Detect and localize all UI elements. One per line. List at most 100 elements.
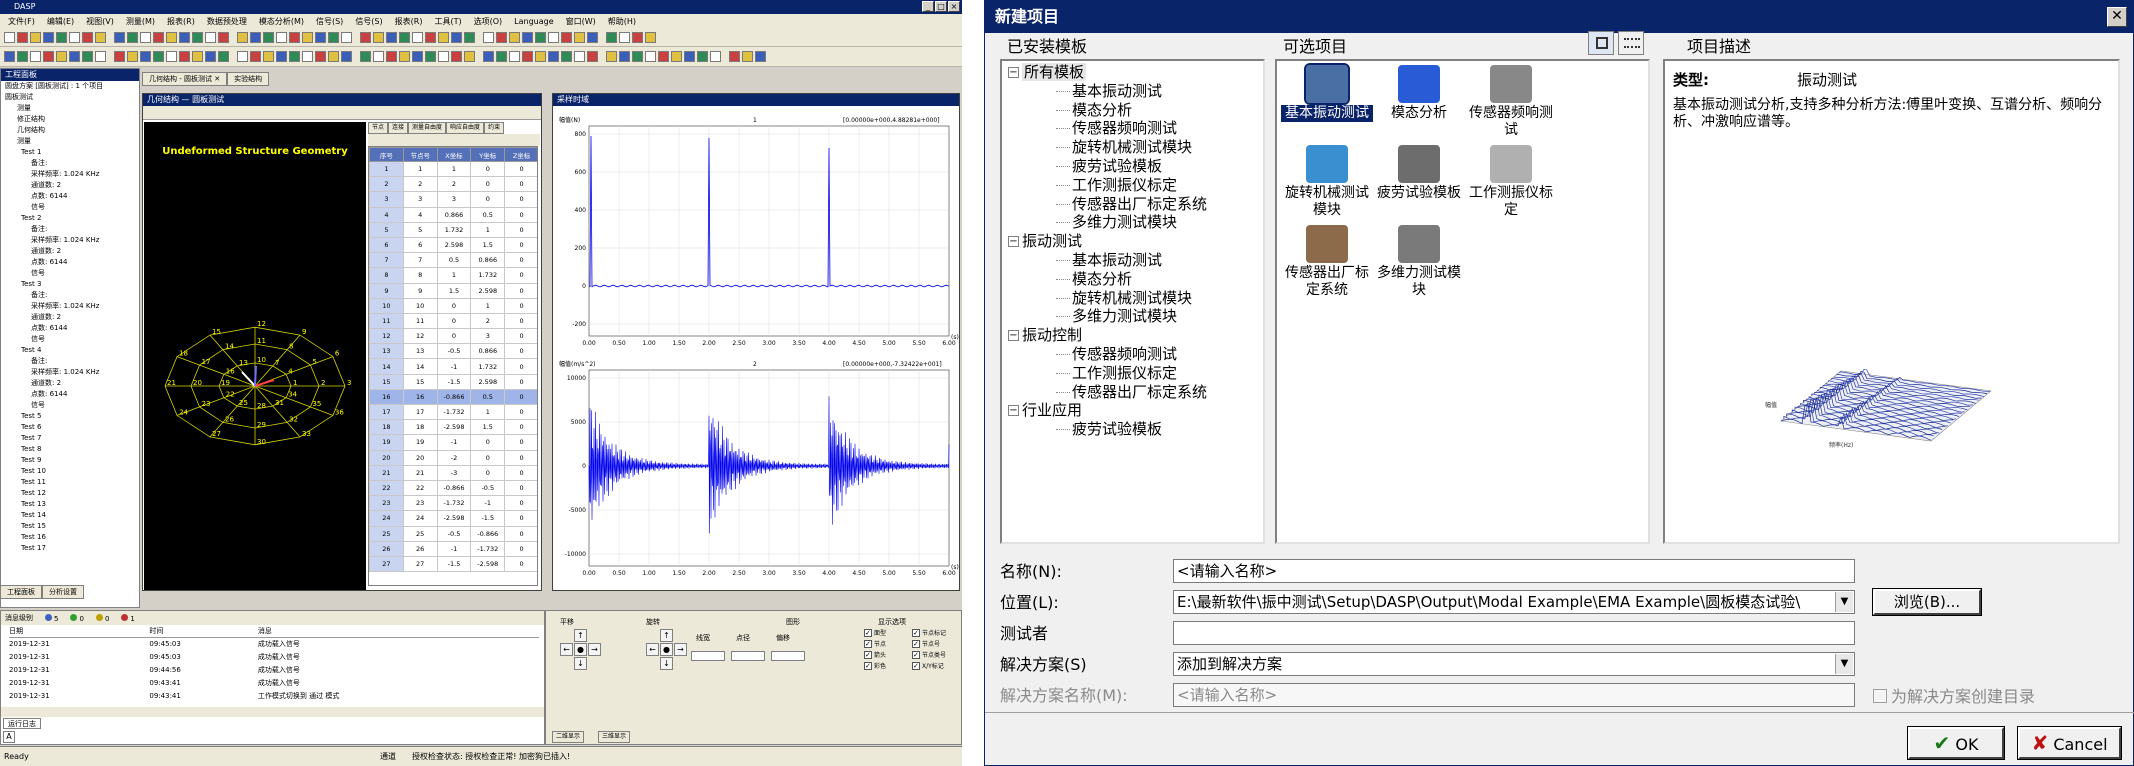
grid-cell[interactable]: 7: [402, 252, 438, 269]
toolbar-button-icon[interactable]: [399, 51, 410, 62]
grid-cell[interactable]: 0: [504, 267, 537, 284]
grid-tab[interactable]: 连接: [388, 122, 409, 134]
menu-item[interactable]: 帮助(H): [608, 14, 636, 29]
toolbar-button-icon[interactable]: [535, 32, 546, 43]
toolbar-button-icon[interactable]: [43, 51, 54, 62]
font-icon[interactable]: A: [3, 731, 15, 743]
solution-name-input[interactable]: <请输入名称>: [1173, 683, 1855, 707]
grid-cell[interactable]: 18: [402, 419, 438, 436]
toolbar-button-icon[interactable]: [30, 51, 41, 62]
grid-cell[interactable]: 13: [369, 343, 404, 360]
toolbar-button-icon[interactable]: [192, 51, 203, 62]
grid-cell[interactable]: 4: [369, 206, 404, 223]
template-tree-item[interactable]: 旋转机械测试模块: [1008, 289, 1263, 308]
grid-cell[interactable]: 0.5: [470, 206, 506, 223]
grid-cell[interactable]: 0: [504, 403, 537, 421]
grid-cell[interactable]: -0.866: [436, 388, 472, 406]
grid-cell[interactable]: 1: [470, 221, 506, 238]
toolbar-button-icon[interactable]: [153, 51, 164, 62]
rotate-arrow-icon[interactable]: ↑: [660, 629, 673, 642]
menu-item[interactable]: 工具(T): [434, 14, 461, 29]
grid-cell[interactable]: 5: [369, 221, 404, 238]
toolbar-button-icon[interactable]: [451, 32, 462, 43]
menu-item[interactable]: 数据预处理: [207, 14, 247, 29]
grid-cell[interactable]: 1: [470, 297, 506, 314]
grid-row[interactable]: 12 12 0 3 0: [369, 328, 537, 345]
list-view-button[interactable]: [1618, 31, 1644, 55]
project-tree-item[interactable]: Test 13: [1, 499, 139, 510]
toolbar-button-icon[interactable]: [548, 51, 559, 62]
grid-row[interactable]: 24 24 -2.598 -1.5 0: [369, 510, 537, 527]
grid-cell[interactable]: 9: [369, 282, 404, 299]
control-tab[interactable]: 三维显示: [598, 731, 631, 743]
toolbar-button-icon[interactable]: [645, 51, 656, 62]
log-tab[interactable]: 运行日志: [3, 718, 41, 729]
pan-arrow-icon[interactable]: ↑: [574, 629, 587, 642]
toolbar-button-icon[interactable]: [509, 51, 520, 62]
grid-cell[interactable]: 0: [504, 434, 537, 451]
solution-dropdown-arrow-icon[interactable]: ▼: [1835, 654, 1853, 674]
toolbar-button-icon[interactable]: [522, 51, 533, 62]
toolbar-button-icon[interactable]: [341, 32, 352, 43]
display-option-checkbox[interactable]: ✓: [912, 651, 920, 659]
log-count-badge[interactable]: 0: [70, 613, 84, 623]
project-item[interactable]: 疲劳试验模板: [1373, 145, 1465, 219]
grid-cell[interactable]: 17: [369, 403, 404, 421]
grid-row[interactable]: 13 13 -0.5 0.866 0: [369, 343, 537, 360]
grid-row[interactable]: 10 10 0 1 0: [369, 297, 537, 314]
grid-cell[interactable]: 0: [504, 282, 537, 299]
project-tree-item[interactable]: 备注:: [1, 224, 139, 235]
toolbar-button-icon[interactable]: [606, 51, 617, 62]
grid-cell[interactable]: 26: [369, 540, 404, 557]
grid-row[interactable]: 25 25 -0.5 -0.866 0: [369, 525, 537, 542]
grid-cell[interactable]: 0: [504, 252, 537, 269]
toolbar-button-icon[interactable]: [315, 32, 326, 43]
log-count-badge[interactable]: 1: [121, 613, 135, 623]
grid-cell[interactable]: 0.866: [470, 343, 506, 360]
grid-cell[interactable]: 0: [470, 176, 506, 193]
grid-cell[interactable]: 0: [470, 449, 506, 466]
minimize-button[interactable]: _: [922, 1, 934, 12]
toolbar-button-icon[interactable]: [315, 51, 326, 62]
toolbar-button-icon[interactable]: [496, 51, 507, 62]
grid-cell[interactable]: 23: [369, 495, 404, 512]
ok-button[interactable]: ✔ OK: [1907, 726, 2005, 760]
grid-row[interactable]: 20 20 -2 0 0: [369, 449, 537, 466]
toolbar-button-icon[interactable]: [425, 51, 436, 62]
toolbar-button-icon[interactable]: [276, 32, 287, 43]
toolbar-button-icon[interactable]: [237, 32, 248, 43]
toolbar-button-icon[interactable]: [710, 51, 721, 62]
slider[interactable]: [771, 651, 805, 661]
project-tree-item[interactable]: 信号: [1, 202, 139, 213]
toolbar-button-icon[interactable]: [17, 32, 28, 43]
toolbar-button-icon[interactable]: [684, 51, 695, 62]
grid-header[interactable]: X坐标: [436, 147, 472, 162]
cancel-button[interactable]: ✘ Cancel: [2017, 726, 2122, 760]
toolbar-button-icon[interactable]: [95, 51, 106, 62]
project-tree-item[interactable]: 修正结构: [1, 114, 139, 125]
template-tree-item[interactable]: 疲劳试验模板: [1008, 157, 1263, 176]
project-tree-item[interactable]: 点数: 6144: [1, 323, 139, 334]
project-tree-item[interactable]: 测量: [1, 103, 139, 114]
menu-item[interactable]: 视图(V): [86, 14, 114, 29]
toolbar-button-icon[interactable]: [263, 32, 274, 43]
grid-row[interactable]: 11100: [369, 160, 537, 178]
toolbar-button-icon[interactable]: [205, 32, 216, 43]
template-tree-item[interactable]: 工作测振仪标定: [1008, 176, 1263, 195]
grid-cell[interactable]: 6: [402, 236, 438, 254]
pan-arrow-icon[interactable]: →: [588, 643, 601, 656]
grid-cell[interactable]: -1: [470, 495, 506, 512]
grid-cell[interactable]: 21: [369, 464, 404, 481]
toolbar-button-icon[interactable]: [574, 32, 585, 43]
toolbar-button-icon[interactable]: [509, 32, 520, 43]
grid-cell[interactable]: 1.5: [470, 236, 506, 254]
document-tab[interactable]: 几何结构 - 圆板测试 ✕: [142, 72, 228, 86]
grid-cell[interactable]: 0: [504, 449, 537, 466]
grid-cell[interactable]: 27: [402, 555, 438, 573]
grid-cell[interactable]: 0: [504, 206, 537, 223]
grid-row[interactable]: 4 4 0.866 0.5 0: [369, 206, 537, 223]
grid-row[interactable]: 7 7 0.5 0.866 0: [369, 252, 537, 269]
toolbar-button-icon[interactable]: [276, 51, 287, 62]
grid-cell[interactable]: -1.5: [436, 555, 472, 573]
grid-cell[interactable]: -3: [436, 464, 472, 481]
